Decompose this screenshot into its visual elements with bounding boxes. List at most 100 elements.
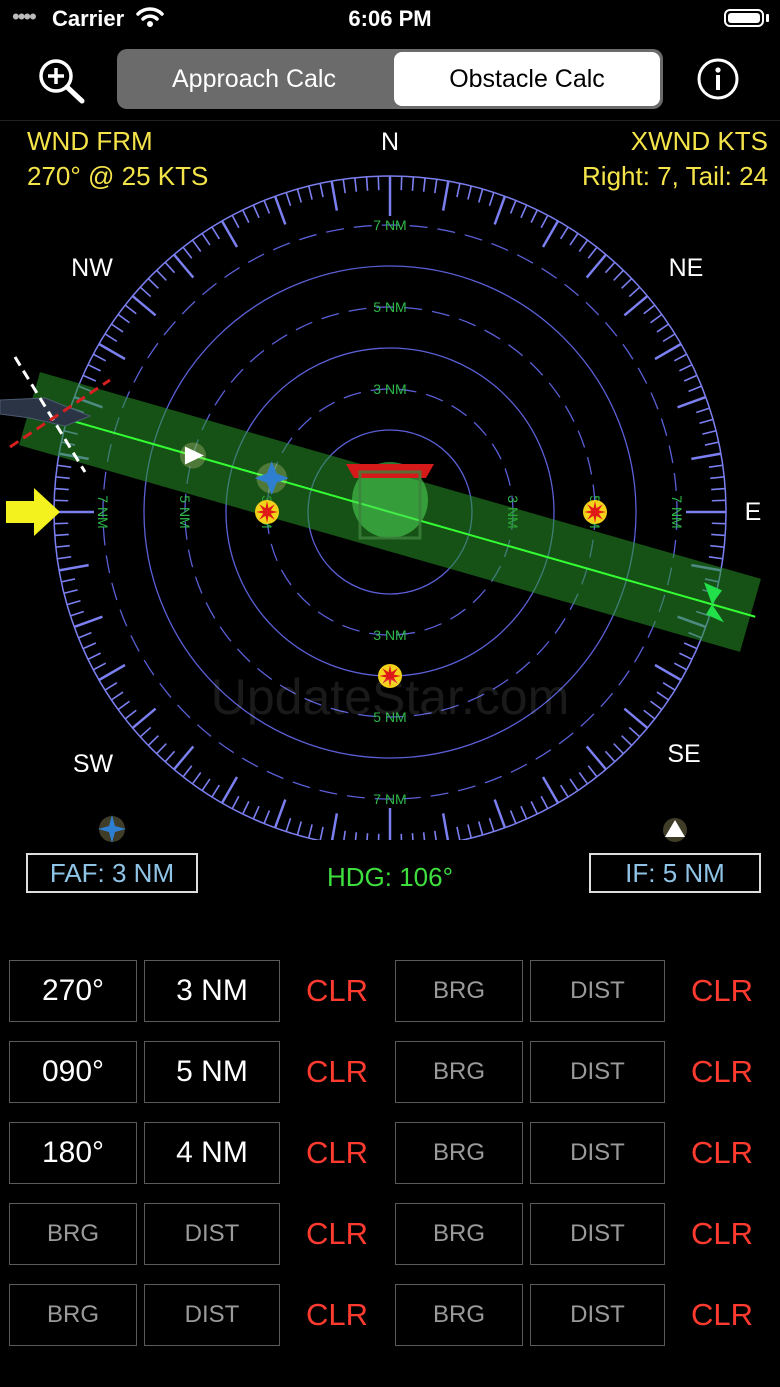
clear-button[interactable]: CLR [292,960,382,1022]
clear-button[interactable]: CLR [292,1041,382,1103]
distance-field[interactable]: DIST [530,960,665,1022]
compass-tick [559,226,569,240]
segment-obstacle-calc[interactable]: Obstacle Calc [394,52,660,106]
if-triangle-icon [663,818,687,842]
compass-tick [343,830,346,840]
compass-tick [530,209,539,223]
distance-field[interactable]: 4 NM [144,1122,280,1184]
clear-button[interactable]: CLR [292,1122,382,1184]
compass-tick [182,246,193,259]
cardinal-ne: NE [669,254,704,282]
zoom-in-icon[interactable] [36,57,86,105]
compass-tick [702,429,717,435]
status-bar: •••• Carrier 6:06 PM [0,0,780,40]
distance-field[interactable]: DIST [144,1203,280,1265]
compass-tick [711,487,726,491]
compass-tick [587,765,598,778]
bearing-field[interactable]: BRG [395,1203,523,1265]
clear-button[interactable]: CLR [677,1284,767,1346]
distance-field[interactable]: 3 NM [144,960,280,1022]
compass-tick [662,333,676,343]
compass-tick [441,180,450,211]
compass-tick [124,304,137,315]
clear-button[interactable]: CLR [292,1203,382,1265]
clear-button[interactable]: CLR [292,1284,382,1346]
compass-tick [578,239,589,252]
compass-tick [173,745,195,771]
clear-button[interactable]: CLR [677,1122,767,1184]
bearing-field[interactable]: 270° [9,960,137,1022]
compass-tick [285,192,292,207]
compass-tick [61,578,76,583]
compass-tick [540,214,549,229]
compass-tick [241,209,250,223]
info-icon[interactable] [696,57,740,101]
bearing-field[interactable]: BRG [395,1041,523,1103]
compass-tick [354,832,358,840]
compass-tick [139,286,152,298]
compass-tick [520,805,528,820]
compass-tick [58,563,89,572]
compass-tick [66,599,81,606]
compass-tick [82,374,97,382]
compass-tick [621,278,633,289]
compass-tick [201,778,211,792]
compass-tick [585,745,607,771]
bearing-field[interactable]: 090° [9,1041,137,1103]
if-label[interactable]: IF: 5 NM [589,853,761,893]
bearing-field[interactable]: BRG [9,1203,137,1265]
compass-tick [650,313,663,324]
compass-tick [241,801,250,815]
compass-tick [273,799,287,829]
compass-tick [263,200,271,214]
compass-tick [530,801,539,815]
compass-tick [621,735,633,746]
compass-tick [441,813,450,840]
compass-tick [704,441,719,446]
distance-field[interactable]: 5 NM [144,1041,280,1103]
compass-tick [63,589,78,595]
bearing-field[interactable]: BRG [395,1122,523,1184]
compass-tick [587,246,598,259]
compass-tick [156,269,167,281]
distance-field[interactable]: DIST [530,1041,665,1103]
clear-button[interactable]: CLR [677,1041,767,1103]
compass-tick [677,395,707,409]
compass-tick [296,188,303,203]
bearing-field[interactable]: BRG [9,1284,137,1346]
compass-tick [679,363,693,372]
compass-tick [285,817,292,832]
wind-from-value: 270° @ 25 KTS [27,161,209,191]
bearing-field[interactable]: 180° [9,1122,137,1184]
distance-field[interactable]: DIST [144,1284,280,1346]
compass-tick [422,832,426,840]
compass-tick [509,810,517,824]
compass-tick [456,183,461,198]
compass-tick [509,200,517,214]
distance-field[interactable]: DIST [530,1203,665,1265]
compass-tick [296,821,303,836]
segment-approach-calc[interactable]: Approach Calc [121,52,387,106]
compass-tick [164,261,176,274]
clear-button[interactable]: CLR [677,1203,767,1265]
clear-button[interactable]: CLR [677,960,767,1022]
distance-field[interactable]: DIST [530,1284,665,1346]
compass-tick [131,295,157,317]
compass-tick [78,631,92,639]
compass-tick [117,313,130,324]
compass-tick [488,192,495,207]
compass-tick [211,784,221,798]
bearing-field[interactable]: BRG [395,1284,523,1346]
compass-tick [139,726,152,738]
compass-tick [252,204,260,219]
bearing-field[interactable]: BRG [395,960,523,1022]
mode-segmented-control[interactable]: Approach Calc Obstacle Calc [117,49,663,109]
compass-tick [541,776,560,804]
compass-rose[interactable]: 3 NM3 NM3 NM3 NM5 NM5 NM5 NM5 NM7 NM7 NM… [0,120,780,840]
compass-tick [613,269,624,281]
compass-tick [55,476,70,480]
distance-field[interactable]: DIST [530,1122,665,1184]
compass-tick [477,821,484,836]
range-label: 7 NM [373,217,406,233]
compass-tick [366,833,369,840]
